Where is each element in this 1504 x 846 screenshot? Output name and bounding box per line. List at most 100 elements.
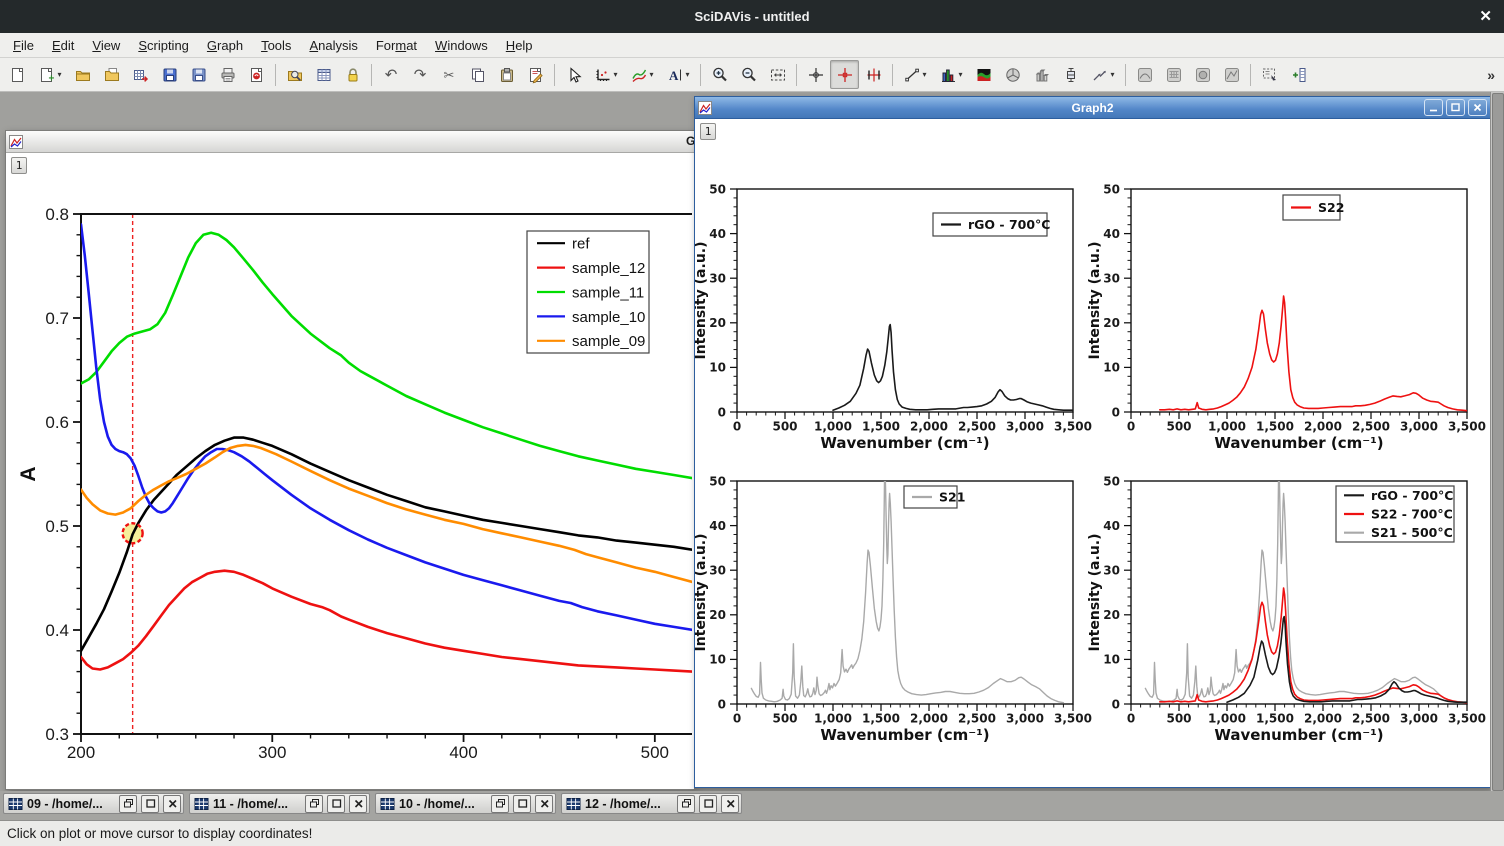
menu-edit[interactable]: Edit <box>43 35 83 56</box>
tab-close-button[interactable] <box>721 795 739 813</box>
scrollbar-thumb[interactable] <box>1492 93 1504 791</box>
plot-vectors-button[interactable]: ▾ <box>1085 60 1121 89</box>
dropdown-caret-icon[interactable]: ▾ <box>1110 70 1114 79</box>
add-curve-button[interactable]: ▾ <box>624 60 660 89</box>
pointer-button[interactable] <box>559 60 588 89</box>
tab-maximize-button[interactable] <box>141 795 159 813</box>
tab-maximize-button[interactable] <box>699 795 717 813</box>
plot-area-button[interactable] <box>969 60 998 89</box>
graph1-titlebar[interactable]: Graph1 <box>6 131 694 153</box>
menu-help[interactable]: Help <box>497 35 542 56</box>
plot-pie-button[interactable] <box>998 60 1027 89</box>
surface-3d-4-button[interactable] <box>1217 60 1246 89</box>
annotate-button[interactable] <box>521 60 550 89</box>
graph1-canvas[interactable]: 2003004005000.30.40.50.60.70.8Arefsample… <box>6 153 694 788</box>
draw-line-button[interactable]: ▾ <box>897 60 933 89</box>
svg-text:3,000: 3,000 <box>1006 711 1044 725</box>
graph1-window[interactable]: Graph1 2003004005000.30.40.50.60.70.8Are… <box>5 130 695 790</box>
tab-close-button[interactable] <box>349 795 367 813</box>
minimized-table-tab[interactable]: 09 - /home/... <box>3 793 184 814</box>
add-layer-button[interactable]: ▾ <box>588 60 624 89</box>
svg-text:2,000: 2,000 <box>910 711 948 725</box>
tab-maximize-button[interactable] <box>327 795 345 813</box>
graph1-layer-button[interactable]: 1 <box>11 157 27 174</box>
add-text-button[interactable]: A▾ <box>660 60 696 89</box>
open-project-button[interactable] <box>68 60 97 89</box>
graph2-layer-button[interactable]: 1 <box>700 123 716 140</box>
dropdown-caret-icon[interactable]: ▾ <box>685 70 689 79</box>
graph2-titlebar[interactable]: Graph2 <box>695 97 1490 119</box>
add-curve-icon <box>630 66 648 84</box>
dropdown-caret-icon[interactable]: ▾ <box>649 70 653 79</box>
plot-legend: rGO - 700°C <box>933 213 1050 236</box>
copy-button[interactable] <box>463 60 492 89</box>
save-template-button[interactable] <box>184 60 213 89</box>
import-ascii-button[interactable] <box>126 60 155 89</box>
menu-graph[interactable]: Graph <box>198 35 252 56</box>
surface-3d-3-button[interactable] <box>1188 60 1217 89</box>
screen-reader-button[interactable] <box>801 60 830 89</box>
undo-button[interactable]: ↶ <box>376 60 405 89</box>
menu-tools[interactable]: Tools <box>252 35 300 56</box>
svg-text:30: 30 <box>709 272 726 286</box>
workspace-scrollbar[interactable] <box>1490 92 1504 791</box>
copy-icon <box>469 66 487 84</box>
app-titlebar[interactable]: SciDAVis - untitled ✕ <box>0 0 1504 33</box>
tab-restore-button[interactable] <box>119 795 137 813</box>
surface-3d-1-button[interactable] <box>1130 60 1159 89</box>
minimized-table-tab[interactable]: 12 - /home/... <box>561 793 742 814</box>
menu-windows[interactable]: Windows <box>426 35 497 56</box>
paste-button[interactable] <box>492 60 521 89</box>
find-button[interactable] <box>280 60 309 89</box>
select-data-button[interactable] <box>1255 60 1284 89</box>
print-button[interactable] <box>213 60 242 89</box>
uvvis-chart[interactable]: 2003004005000.30.40.50.60.70.8Arefsample… <box>6 153 692 788</box>
minimized-table-tab[interactable]: 10 - /home/... <box>375 793 556 814</box>
plot-bars-button[interactable]: ▾ <box>933 60 969 89</box>
lock-button[interactable] <box>338 60 367 89</box>
save-project-button[interactable] <box>155 60 184 89</box>
export-pdf-button[interactable] <box>242 60 271 89</box>
rescale-button[interactable] <box>763 60 792 89</box>
menu-analysis[interactable]: Analysis <box>300 35 366 56</box>
graph2-maximize-button[interactable] <box>1446 99 1465 116</box>
menu-view[interactable]: View <box>83 35 129 56</box>
dropdown-caret-icon[interactable]: ▾ <box>57 70 61 79</box>
minimized-table-tab[interactable]: 11 - /home/... <box>189 793 370 814</box>
graph2-window[interactable]: Graph2 05001,0001,5002,0002,5003,0003,50… <box>694 96 1491 788</box>
plot-3d-bars-button[interactable] <box>1027 60 1056 89</box>
zoom-in-button[interactable] <box>705 60 734 89</box>
graph2-close-button[interactable] <box>1468 99 1487 116</box>
dropdown-caret-icon[interactable]: ▾ <box>613 70 617 79</box>
cut-button[interactable]: ✂ <box>434 60 463 89</box>
svg-text:1,500: 1,500 <box>1256 419 1294 433</box>
new-project-button[interactable] <box>3 60 32 89</box>
menu-format[interactable]: Format <box>367 35 426 56</box>
data-reader-button[interactable] <box>830 60 859 89</box>
tab-close-button[interactable] <box>163 795 181 813</box>
plot-box-button[interactable] <box>1056 60 1085 89</box>
dropdown-caret-icon[interactable]: ▾ <box>922 70 926 79</box>
menu-file[interactable]: File <box>4 35 43 56</box>
redo-button[interactable]: ↷ <box>405 60 434 89</box>
new-aspect-button[interactable]: +▾ <box>32 60 68 89</box>
preferences-button[interactable] <box>309 60 338 89</box>
surface-3d-2-button[interactable] <box>1159 60 1188 89</box>
add-column-button[interactable] <box>1284 60 1313 89</box>
tab-maximize-button[interactable] <box>513 795 531 813</box>
raman-charts[interactable]: 05001,0001,5002,0002,5003,0003,500010203… <box>695 119 1488 786</box>
graph2-minimize-button[interactable] <box>1424 99 1443 116</box>
graph2-canvas[interactable]: 05001,0001,5002,0002,5003,0003,500010203… <box>695 119 1490 786</box>
tab-close-button[interactable] <box>535 795 553 813</box>
toolbar-overflow-button[interactable]: » <box>1487 67 1495 83</box>
svg-text:2,500: 2,500 <box>1352 711 1390 725</box>
zoom-out-button[interactable] <box>734 60 763 89</box>
tab-restore-button[interactable] <box>491 795 509 813</box>
select-range-button[interactable] <box>859 60 888 89</box>
open-template-button[interactable] <box>97 60 126 89</box>
tab-restore-button[interactable] <box>305 795 323 813</box>
tab-restore-button[interactable] <box>677 795 695 813</box>
menu-scripting[interactable]: Scripting <box>129 35 198 56</box>
app-close-icon[interactable]: ✕ <box>1479 7 1492 25</box>
dropdown-caret-icon[interactable]: ▾ <box>958 70 962 79</box>
